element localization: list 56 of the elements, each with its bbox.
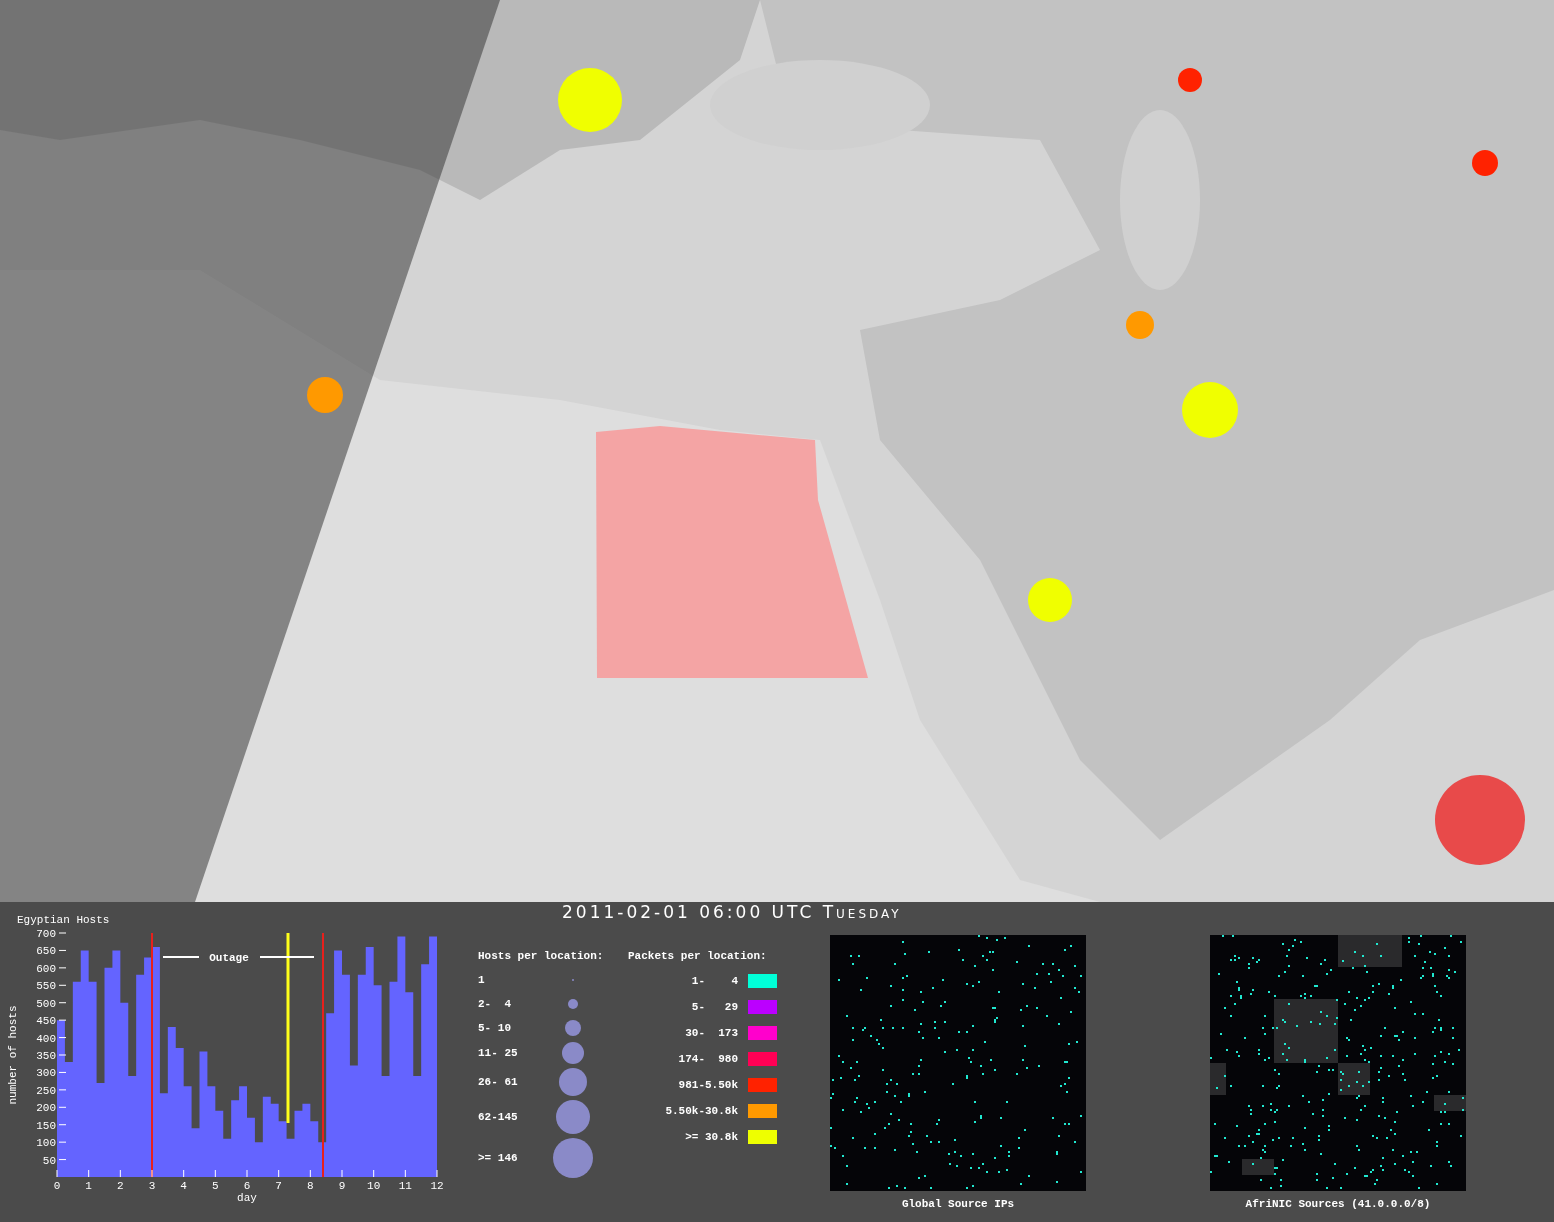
timestamp: 2011-02-01 06:00 UTC Tuesday [562,902,902,922]
legend-label: 5- 10 [478,1022,512,1034]
legend-label: 981-5.50k [677,1079,738,1091]
y-tick-label: 100 [36,1137,56,1150]
legend-label: 5- 29 [690,1001,738,1013]
y-tick-label: 450 [36,1015,56,1028]
y-tick-label: 50 [42,1154,56,1167]
y-tick-label: 650 [36,945,56,958]
map-caption: AfriNIC Sources (41.0.0.0/8) [1245,1198,1431,1210]
x-axis-label: day [237,1192,257,1204]
legend-label: 62-145 [478,1111,519,1123]
y-tick-label: 700 [36,928,56,940]
size-dot [553,1138,593,1178]
legend-label: 1 [478,974,486,986]
x-tick-label: 6 [243,1180,251,1192]
legend-label: 26- 61 [478,1076,519,1088]
x-tick-label: 3 [148,1180,156,1192]
legend-title: Packets per location: [628,950,768,962]
legend-label: 30- 173 [684,1027,738,1039]
legend-title: Hosts per location: [478,950,605,962]
y-tick-label: 600 [36,962,56,975]
x-tick-label: 12 [430,1180,444,1192]
y-tick-label: 250 [36,1084,56,1097]
legend-label: >= 146 [478,1152,519,1164]
x-tick-label: 5 [212,1180,219,1192]
legend-label: 5.50k-30.8k [664,1105,738,1117]
y-tick-label: 550 [36,980,56,993]
size-dot [565,1020,581,1036]
legend-label: 174- 980 [677,1053,738,1065]
map-caption: Global Source IPs [901,1198,1015,1210]
x-tick-label: 11 [398,1180,412,1192]
y-tick-label: 150 [36,1119,56,1132]
x-tick-label: 7 [275,1180,282,1192]
legend-label: 11- 25 [478,1047,519,1059]
x-tick-label: 2 [117,1180,124,1192]
legend-label: >= 30.8k [684,1131,738,1143]
y-tick-label: 500 [36,997,56,1010]
size-dot [568,999,578,1009]
x-tick-label: 4 [180,1180,187,1192]
outage-label: Outage [209,952,249,964]
y-axis-label: number of hosts [7,1005,19,1105]
x-tick-label: 8 [307,1180,314,1192]
y-tick-label: 200 [36,1102,56,1115]
y-tick-label: 300 [36,1067,56,1080]
legend-label: 2- 4 [478,998,512,1010]
size-dot [556,1100,590,1134]
x-tick-label: 1 [85,1180,92,1192]
y-tick-label: 350 [36,1050,56,1062]
x-tick-label: 10 [367,1180,381,1192]
chart-title: Egyptian Hosts [17,914,110,926]
x-tick-label: 9 [338,1180,346,1192]
size-dot [559,1068,587,1096]
y-tick-label: 400 [36,1032,56,1045]
x-tick-label: 0 [53,1180,61,1192]
size-dot [562,1042,584,1064]
legend-label: 1- 4 [690,975,738,987]
